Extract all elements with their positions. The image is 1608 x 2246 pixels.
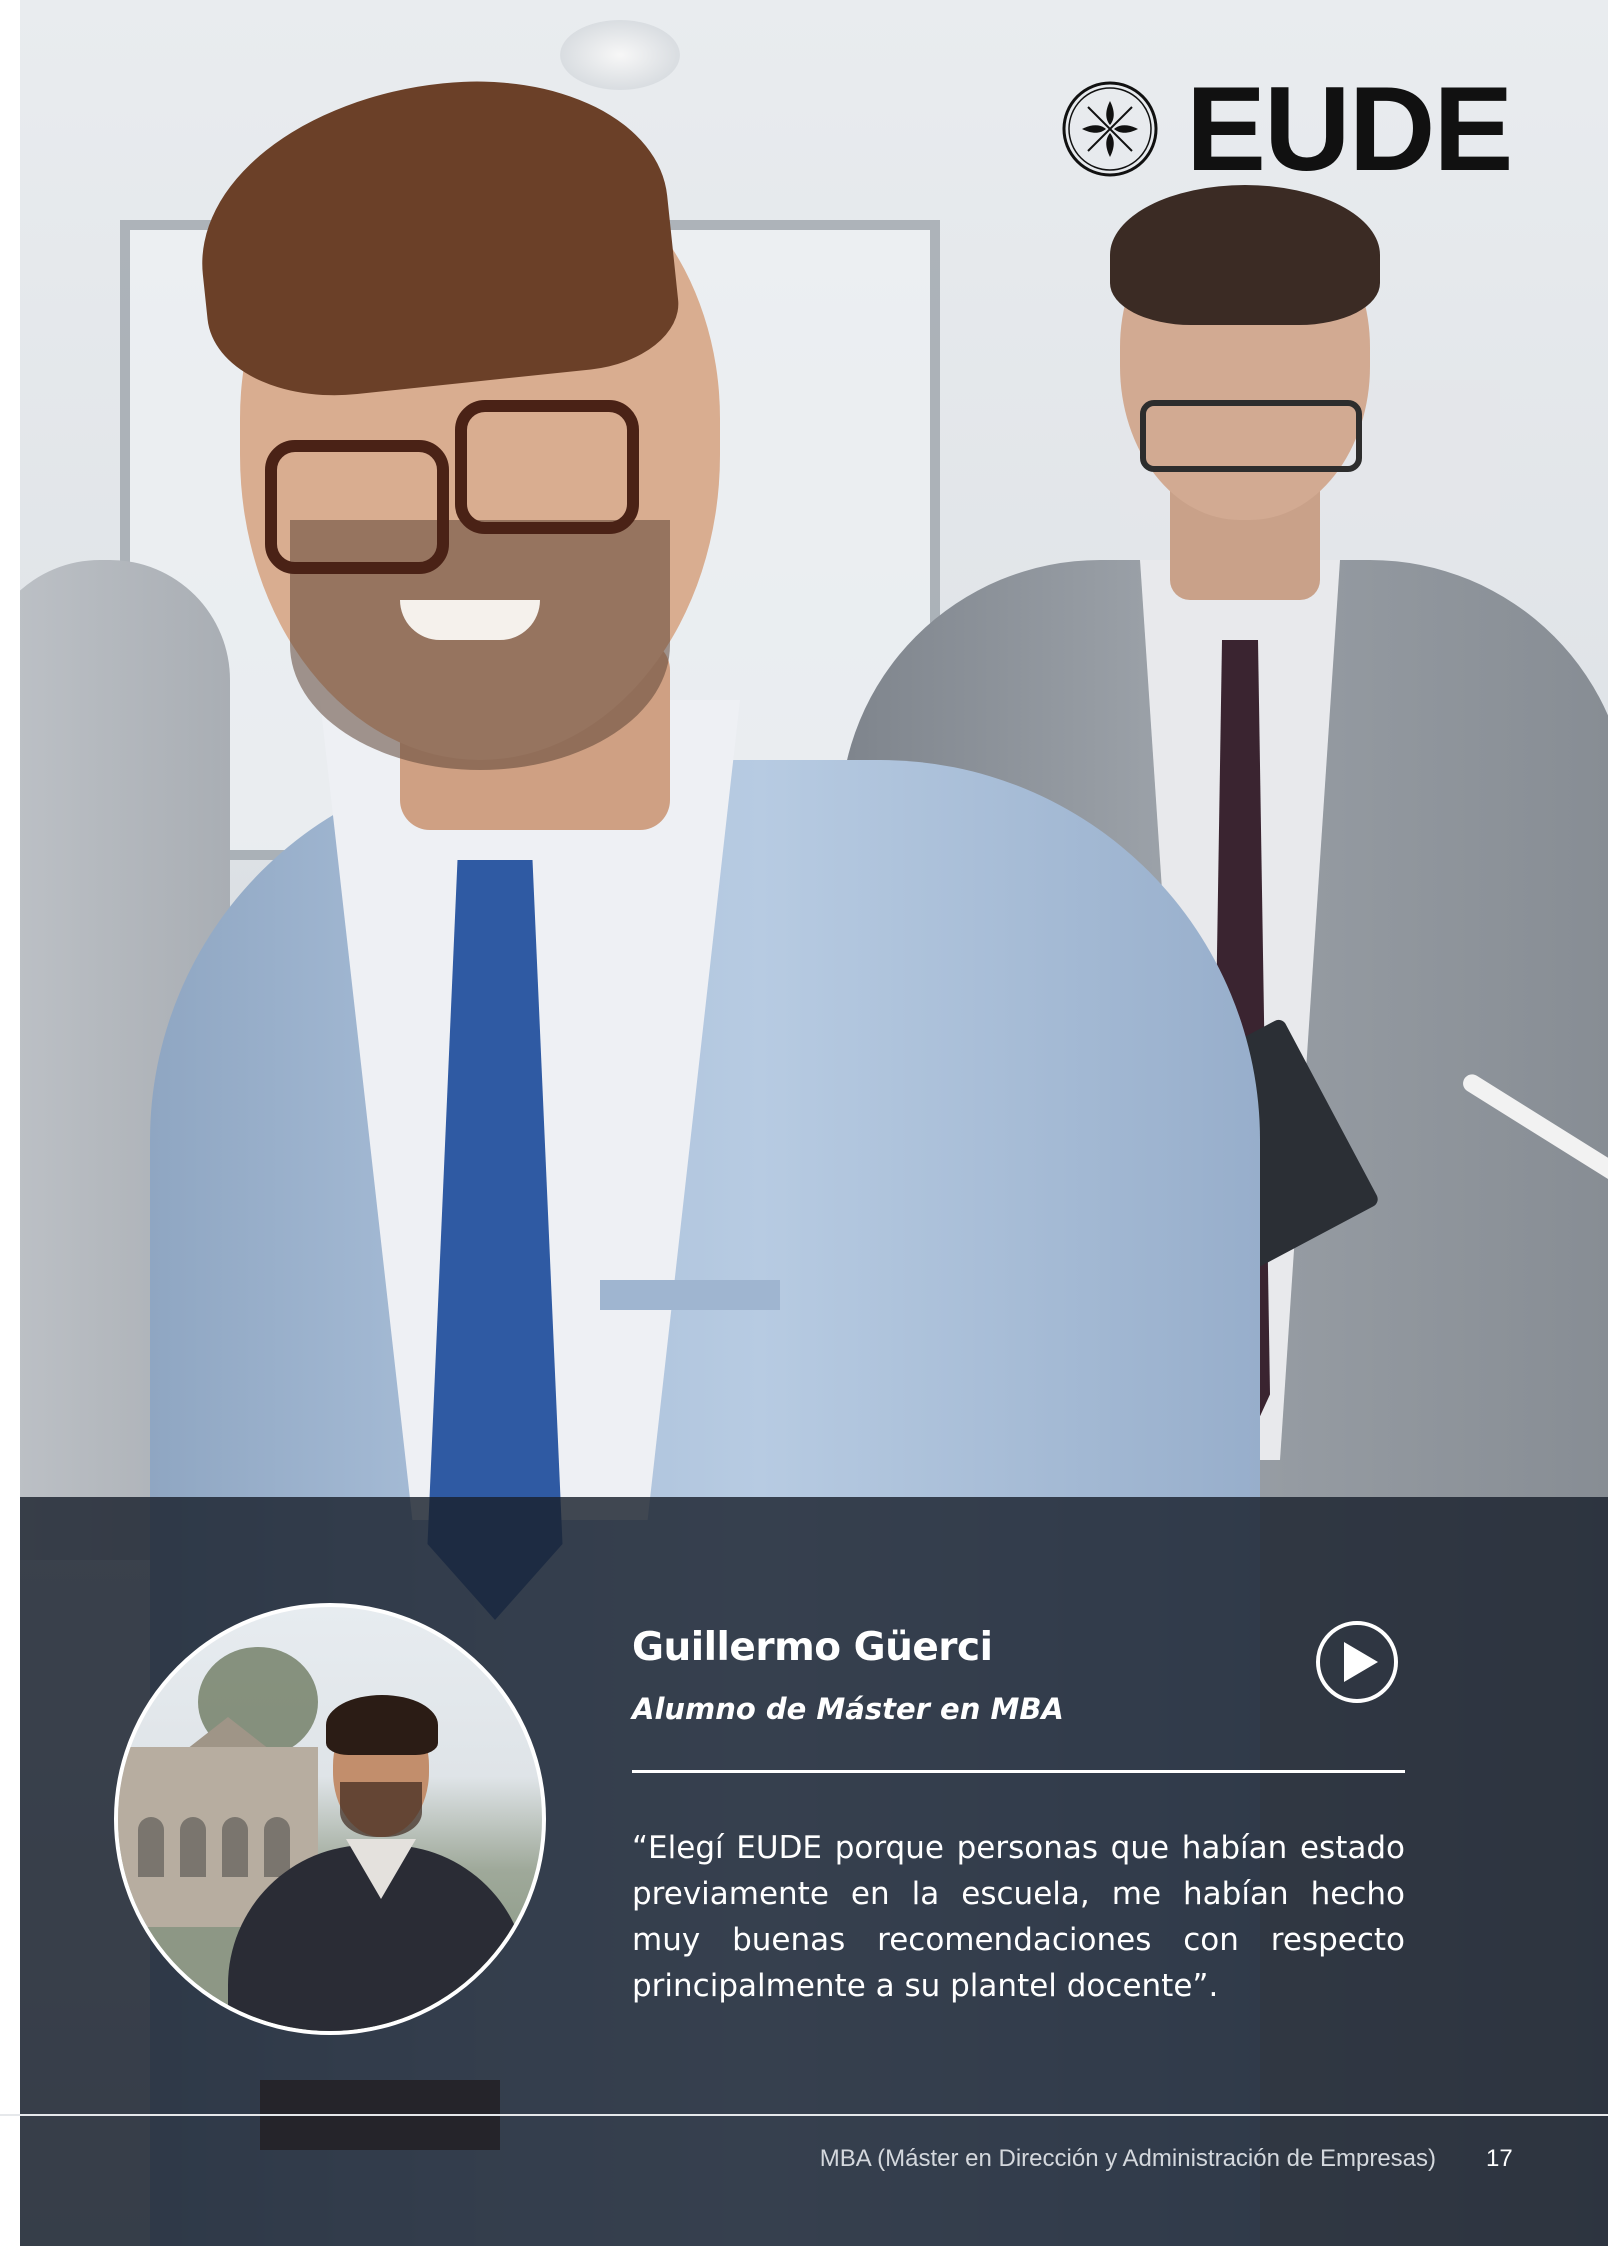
play-video-button[interactable] (1316, 1621, 1398, 1703)
main-man-glasses-right (455, 400, 639, 534)
brand-logo: EUDE (1060, 62, 1513, 196)
testimonial-divider (632, 1770, 1405, 1773)
play-icon (1344, 1642, 1378, 1682)
testimonial-name: Guillermo Güerci (632, 1625, 993, 1670)
logo-emblem-icon (1062, 81, 1158, 177)
main-man-hair (185, 61, 685, 409)
footer-divider (0, 2114, 1608, 2116)
avatar-hair (326, 1695, 438, 1755)
main-man-glasses-left (265, 440, 449, 574)
page-margin (0, 0, 20, 2246)
testimonial-role: Alumno de Máster en MBA (632, 1692, 1064, 1726)
jacket-pocket (600, 1280, 780, 1310)
avatar-arch (180, 1817, 206, 1877)
main-man-smile (400, 600, 540, 640)
avatar-arch (222, 1817, 248, 1877)
logo-wordmark: EUDE (1186, 62, 1513, 196)
avatar-beard (340, 1782, 422, 1837)
avatar-arch (138, 1817, 164, 1877)
testimonial-quote: “Elegí EUDE porque personas que habían e… (632, 1830, 1405, 2004)
ceiling-light (560, 20, 680, 90)
avatar-arch (264, 1817, 290, 1877)
back-man-glasses (1140, 400, 1362, 472)
footer-document-title: MBA (Máster en Dirección y Administració… (819, 2145, 1436, 2172)
student-avatar (114, 1603, 546, 2035)
back-man-hair (1110, 185, 1380, 325)
page-number: 17 (1486, 2145, 1513, 2172)
